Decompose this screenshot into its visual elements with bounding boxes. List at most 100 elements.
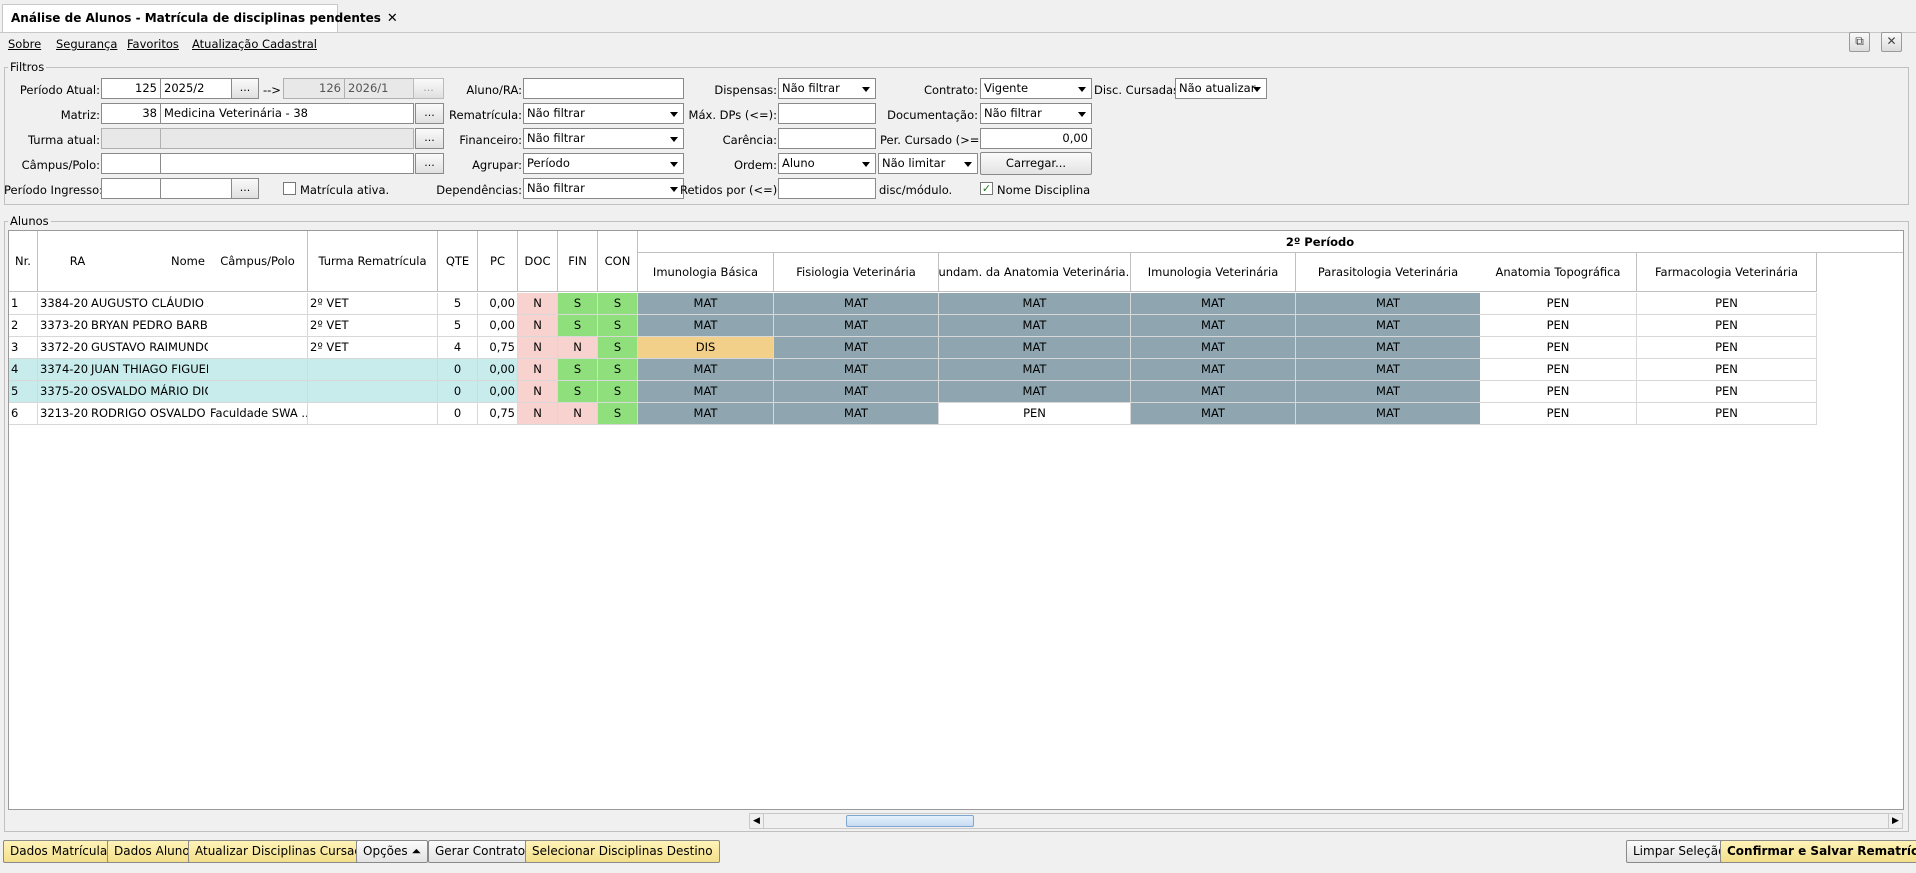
scroll-thumb[interactable] — [846, 815, 974, 827]
cell-campus[interactable] — [208, 337, 308, 359]
cell-pc[interactable]: 0,75 — [478, 403, 518, 425]
column-header-qte[interactable]: QTE — [438, 231, 478, 292]
menu-sobre[interactable]: Sobre — [8, 37, 41, 51]
column-header-nr[interactable]: Nr. — [9, 231, 38, 292]
column-header-pc[interactable]: PC — [478, 231, 518, 292]
cell-fin[interactable]: S — [558, 359, 598, 381]
cell-nr[interactable]: 1 — [9, 293, 38, 315]
carregar-button[interactable]: Carregar... — [980, 152, 1092, 175]
cell-subject-status[interactable]: MAT — [774, 315, 939, 337]
cell-subject-status[interactable]: PEN — [1637, 337, 1817, 359]
nome-disciplina-checkbox[interactable]: ✓ — [980, 182, 993, 195]
cell-turma[interactable]: 2º VET — [308, 293, 438, 315]
students-grid[interactable]: Nr. RA Nome Câmpus/Polo Turma Rematrícula QTE… — [8, 230, 1904, 810]
cell-subject-status[interactable]: MAT — [939, 381, 1131, 403]
cell-nr[interactable]: 5 — [9, 381, 38, 403]
subject-header[interactable]: Fisiologia Veterinária — [774, 253, 939, 292]
cell-doc[interactable]: N — [518, 381, 558, 403]
cell-con[interactable]: S — [598, 403, 638, 425]
contrato-select[interactable]: Vigente — [980, 78, 1092, 99]
matricula-ativa-checkbox[interactable] — [283, 182, 296, 195]
cell-turma[interactable]: 2º VET — [308, 337, 438, 359]
cell-subject-status[interactable]: MAT — [774, 381, 939, 403]
cell-con[interactable]: S — [598, 359, 638, 381]
documentacao-select[interactable]: Não filtrar — [980, 103, 1092, 124]
matriz-value[interactable]: Medicina Veterinária - 38 — [160, 103, 414, 124]
financeiro-select[interactable]: Não filtrar — [523, 128, 684, 149]
retidos-input[interactable] — [778, 178, 876, 199]
cell-con[interactable]: S — [598, 315, 638, 337]
cell-subject-status[interactable]: MAT — [1131, 359, 1296, 381]
cell-subject-status[interactable]: PEN — [939, 403, 1131, 425]
cell-subject-status[interactable]: MAT — [774, 337, 939, 359]
cell-subject-status[interactable]: MAT — [638, 403, 774, 425]
periodo-atual-code[interactable]: 125 — [101, 78, 161, 99]
cell-doc[interactable]: N — [518, 403, 558, 425]
cell-turma[interactable] — [308, 403, 438, 425]
disc-cursadas-select[interactable]: Não atualizar — [1175, 78, 1267, 99]
cell-qte[interactable]: 0 — [438, 381, 478, 403]
cell-subject-status[interactable]: MAT — [1296, 293, 1481, 315]
cell-subject-status[interactable]: PEN — [1637, 315, 1817, 337]
max-dps-input[interactable] — [778, 103, 876, 124]
cell-qte[interactable]: 0 — [438, 403, 478, 425]
cell-pc[interactable]: 0,00 — [478, 315, 518, 337]
per-cursado-input[interactable]: 0,00 — [980, 128, 1092, 149]
limite-select[interactable]: Não limitar — [878, 153, 978, 174]
scroll-right-icon[interactable]: ▶ — [1888, 814, 1902, 828]
selecionar-disciplinas-button[interactable]: Selecionar Disciplinas Destino — [525, 840, 720, 863]
limpar-selecao-button[interactable]: Limpar Seleção — [1626, 840, 1733, 863]
periodo-ingresso-value[interactable] — [160, 178, 232, 199]
cell-subject-status[interactable]: PEN — [1637, 381, 1817, 403]
cell-turma[interactable] — [308, 381, 438, 403]
cell-qte[interactable]: 4 — [438, 337, 478, 359]
gerar-contratos-button[interactable]: Gerar Contratos — [428, 840, 539, 863]
aluno-ra-input[interactable] — [523, 78, 684, 99]
cell-turma[interactable] — [308, 359, 438, 381]
menu-seguranca[interactable]: Segurança — [56, 37, 117, 51]
cell-subject-status[interactable]: PEN — [1637, 293, 1817, 315]
cell-subject-status[interactable]: MAT — [1131, 315, 1296, 337]
cell-fin[interactable]: S — [558, 293, 598, 315]
cell-campus[interactable] — [208, 315, 308, 337]
cell-fin[interactable]: N — [558, 337, 598, 359]
periodo-atual-lookup-button[interactable]: ... — [231, 78, 259, 99]
ordem-select[interactable]: Aluno — [778, 153, 876, 174]
column-header-fin[interactable]: FIN — [558, 231, 598, 292]
cell-pc[interactable]: 0,00 — [478, 381, 518, 403]
cell-turma[interactable]: 2º VET — [308, 315, 438, 337]
cell-doc[interactable]: N — [518, 337, 558, 359]
cell-subject-status[interactable]: PEN — [1480, 337, 1637, 359]
subject-header[interactable]: Imunologia Básica — [638, 253, 774, 292]
cell-nr[interactable]: 6 — [9, 403, 38, 425]
cell-con[interactable]: S — [598, 381, 638, 403]
cell-subject-status[interactable]: MAT — [638, 315, 774, 337]
cell-subject-status[interactable]: PEN — [1480, 359, 1637, 381]
subject-header[interactable]: Farmacologia Veterinária — [1637, 253, 1817, 292]
column-header-doc[interactable]: DOC — [518, 231, 558, 292]
close-window-icon[interactable]: ✕ — [1881, 32, 1902, 52]
cell-campus[interactable]: Faculdade SWA ... — [208, 403, 308, 425]
cell-pc[interactable]: 0,00 — [478, 359, 518, 381]
cell-subject-status[interactable]: PEN — [1637, 403, 1817, 425]
window-tab[interactable]: Análise de Alunos - Matrícula de discipl… — [2, 4, 398, 32]
cell-subject-status[interactable]: PEN — [1480, 403, 1637, 425]
dados-matriculas-button[interactable]: Dados Matrículas — [3, 840, 121, 863]
column-header-turma[interactable]: Turma Rematrícula — [308, 231, 438, 292]
cell-doc[interactable]: N — [518, 359, 558, 381]
cell-subject-status[interactable]: MAT — [939, 315, 1131, 337]
cell-subject-status[interactable]: PEN — [1480, 381, 1637, 403]
scroll-left-icon[interactable]: ◀ — [750, 814, 764, 828]
cell-subject-status[interactable]: PEN — [1480, 293, 1637, 315]
cell-nr[interactable]: 3 — [9, 337, 38, 359]
cell-con[interactable]: S — [598, 293, 638, 315]
column-header-campus[interactable]: Câmpus/Polo — [208, 231, 308, 292]
campus-polo-value[interactable] — [160, 153, 414, 174]
subject-header[interactable]: Parasitologia Veterinária — [1296, 253, 1481, 292]
dados-aluno-button[interactable]: Dados Aluno — [107, 840, 197, 863]
cell-subject-status[interactable]: MAT — [638, 381, 774, 403]
cell-subject-status[interactable]: MAT — [939, 359, 1131, 381]
cell-doc[interactable]: N — [518, 315, 558, 337]
dispensas-select[interactable]: Não filtrar — [778, 78, 876, 99]
carencia-input[interactable] — [778, 128, 876, 149]
